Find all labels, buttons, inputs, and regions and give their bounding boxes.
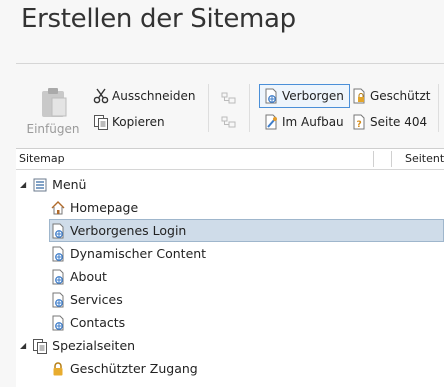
svg-text:?: ? bbox=[357, 120, 362, 130]
hidden-label: Verborgen bbox=[282, 89, 344, 103]
page-title: Erstellen der Sitemap bbox=[21, 4, 296, 34]
tree-group-menu[interactable]: ◢ Menü bbox=[20, 173, 444, 196]
tree-item-label: About bbox=[70, 269, 107, 284]
web-page-icon bbox=[52, 246, 64, 261]
special-pages-icon bbox=[33, 338, 48, 354]
under-construction-button[interactable]: Im Aufbau bbox=[263, 114, 344, 130]
lock-icon bbox=[53, 361, 63, 375]
tree-item-about[interactable]: About bbox=[50, 265, 444, 288]
tree-indent-icon bbox=[221, 92, 236, 104]
toolbar-divider bbox=[438, 84, 439, 132]
clipboard-icon bbox=[42, 88, 67, 117]
tree-group-label: Spezialseiten bbox=[52, 338, 136, 353]
sitemap-tree: Sitemap Seitent ◢ Menü Homepage Verborge… bbox=[16, 148, 444, 387]
web-page-icon bbox=[52, 269, 64, 284]
column-divider[interactable] bbox=[373, 151, 374, 167]
tree-item-label: Dynamischer Content bbox=[70, 246, 207, 261]
tree-item-contacts[interactable]: Contacts bbox=[50, 311, 444, 334]
cut-button[interactable]: Ausschneiden bbox=[93, 88, 195, 104]
tree-item-dynamischer-content[interactable]: Dynamischer Content bbox=[50, 242, 444, 265]
protected-button[interactable]: Geschützt bbox=[351, 88, 430, 104]
hidden-page-icon bbox=[52, 223, 64, 238]
page-404-button[interactable]: ? Seite 404 bbox=[351, 114, 427, 130]
tree-outdent-icon bbox=[221, 116, 236, 128]
tree-item-label: Verborgenes Login bbox=[70, 223, 187, 238]
tree-item-label: Homepage bbox=[70, 200, 139, 215]
paste-label: Einfügen bbox=[26, 122, 80, 136]
protected-page-icon bbox=[353, 88, 365, 104]
page-404-label: Seite 404 bbox=[370, 115, 428, 129]
scissors-icon bbox=[93, 88, 109, 104]
hidden-button[interactable]: Verborgen bbox=[259, 84, 350, 108]
home-icon bbox=[51, 200, 65, 214]
paste-button[interactable]: Einfügen bbox=[22, 82, 84, 136]
toolbar-divider bbox=[208, 84, 209, 132]
copy-icon bbox=[94, 115, 108, 130]
toolbar-divider bbox=[249, 84, 250, 132]
tree-item-homepage[interactable]: Homepage bbox=[50, 196, 444, 219]
column-divider[interactable] bbox=[391, 151, 392, 167]
tree-group-label: Menü bbox=[52, 177, 87, 192]
menu-folder-icon bbox=[33, 178, 47, 191]
move-down-button[interactable] bbox=[221, 114, 237, 130]
tree-group-special-pages[interactable]: ◢ Spezialseiten bbox=[20, 334, 444, 357]
construction-icon bbox=[265, 114, 277, 130]
page-404-icon: ? bbox=[353, 114, 365, 130]
copy-label: Kopieren bbox=[112, 115, 165, 129]
collapse-arrow-icon[interactable]: ◢ bbox=[20, 180, 26, 189]
tree-item-geschuetzter-zugang[interactable]: Geschützter Zugang bbox=[50, 357, 444, 380]
toolbar: Einfügen Ausschneiden Kopieren Verborgen… bbox=[16, 64, 444, 147]
tree-header: Sitemap Seitent bbox=[16, 149, 444, 170]
hidden-page-icon bbox=[265, 88, 277, 104]
collapse-arrow-icon[interactable]: ◢ bbox=[20, 341, 26, 350]
web-page-icon bbox=[52, 292, 64, 307]
tree-item-services[interactable]: Services bbox=[50, 288, 444, 311]
under-construction-label: Im Aufbau bbox=[282, 115, 344, 129]
tree-item-verborgenes-login[interactable]: Verborgenes Login bbox=[49, 219, 444, 242]
web-page-icon bbox=[52, 315, 64, 330]
cut-label: Ausschneiden bbox=[112, 89, 196, 103]
tree-item-label: Services bbox=[70, 292, 123, 307]
column-header-page-type[interactable]: Seitent bbox=[405, 152, 444, 165]
tree-item-label: Geschützter Zugang bbox=[70, 361, 198, 376]
column-header-sitemap[interactable]: Sitemap bbox=[19, 152, 65, 165]
move-up-button[interactable] bbox=[221, 90, 237, 106]
protected-label: Geschützt bbox=[370, 89, 431, 103]
copy-button[interactable]: Kopieren bbox=[93, 114, 165, 130]
tree-item-label: Contacts bbox=[70, 315, 126, 330]
